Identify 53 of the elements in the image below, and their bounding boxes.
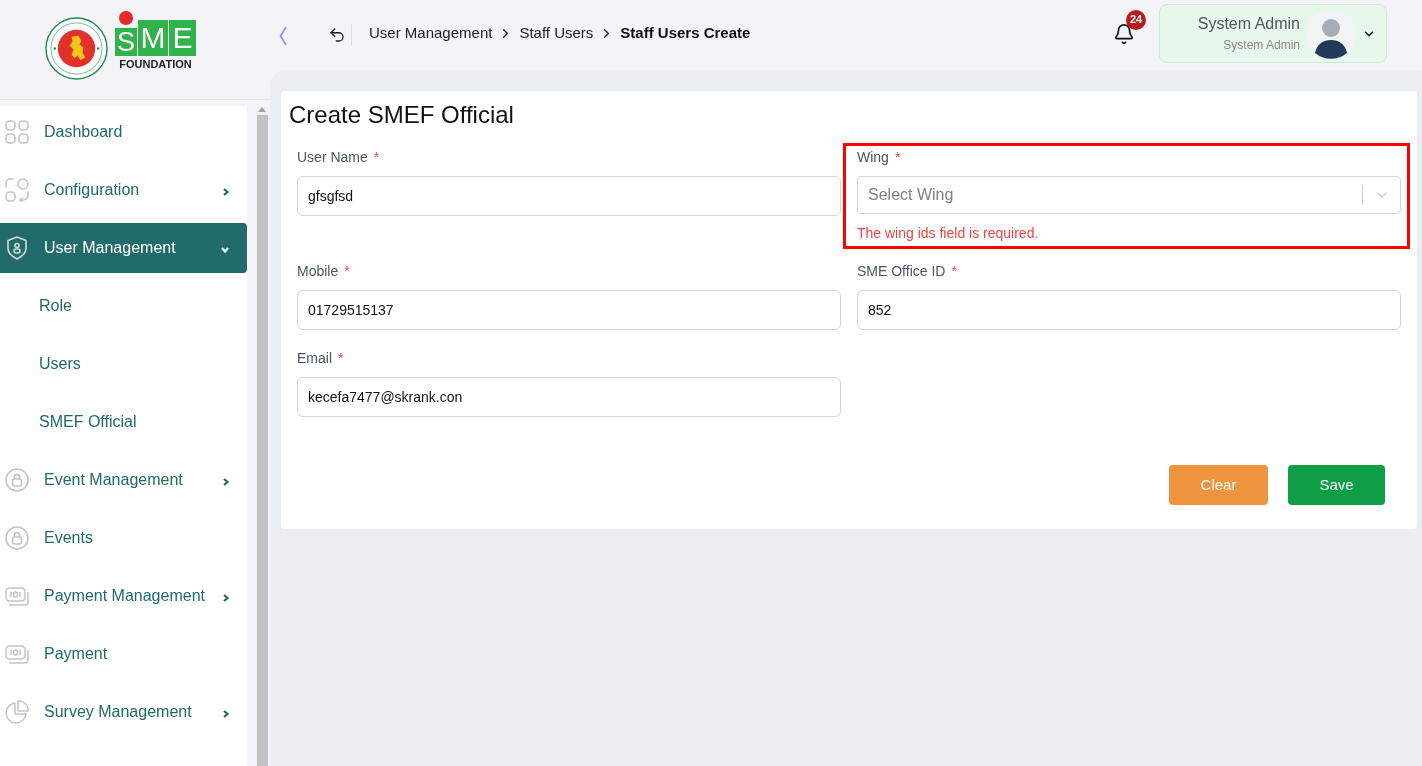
required-mark: * [344,262,350,281]
sidebar-item[interactable]: Events [0,513,247,563]
sidebar-item[interactable]: Event Management [0,455,247,505]
select-field[interactable]: Select Wing [857,176,1401,214]
field-label: SME Office ID [857,262,946,281]
field-label: Wing [857,148,889,167]
sidebar-item[interactable]: Survey Management [0,687,247,737]
shield-user-icon [5,236,29,260]
breadcrumb-item[interactable]: Staff Users [519,21,594,45]
text-input[interactable]: 01729515137 [297,290,841,330]
sidebar-item[interactable]: Payment [0,629,247,679]
form-title: Create SMEF Official [288,100,515,130]
sidebar-item[interactable]: User Management [0,223,247,273]
lock-icon [5,526,29,550]
required-mark: * [894,148,901,167]
breadcrumb-item: Staff Users Create [620,22,751,43]
error-message: The wing ids field is required. [857,224,1040,243]
field-label: Mobile [297,262,339,281]
user-role: System Admin [1223,37,1300,53]
text-input[interactable]: kecefa7477@skrank.con [297,377,841,417]
text-input[interactable]: gfsgfsd [297,176,841,216]
field-label: User Name [297,148,368,167]
sidebar-subitem[interactable]: SMEF Official [0,397,247,447]
sidebar-item[interactable]: Payment Management [0,571,247,621]
sidebar-item[interactable]: Configuration [0,165,247,215]
sidebar-item[interactable]: Dashboard [0,107,247,157]
banknote-icon [5,584,29,608]
required-mark: * [373,148,380,167]
bell-icon[interactable] [1113,21,1135,46]
sidebar-subitem[interactable]: Role [0,281,247,331]
logo-letter: E [169,20,196,56]
lock-icon [5,468,29,492]
shapes-icon [5,178,29,202]
user-menu[interactable]: System Admin System Admin [1159,4,1387,63]
logo-letter: S [115,28,137,56]
back-arrow-icon[interactable] [328,26,346,44]
logo-subtitle: FOUNDATION [119,57,192,71]
user-name: System Admin [1197,14,1300,34]
banknote-icon [5,642,29,666]
sidebar-subitem[interactable]: Users [0,339,247,389]
breadcrumb-item[interactable]: User Management [369,21,493,45]
required-mark: * [951,262,957,281]
logo-letter: M [138,20,168,56]
grid-icon [5,120,29,144]
seal-logo [45,17,108,80]
chevron-left-icon[interactable] [278,26,288,46]
text-input[interactable]: 852 [857,290,1401,330]
field-label: Email [297,349,332,368]
pie-chart-icon [5,700,29,724]
avatar-icon [1306,8,1356,59]
notification-badge: 24 [1126,9,1146,30]
required-mark: * [338,349,344,368]
save-button[interactable]: Save [1288,465,1385,505]
